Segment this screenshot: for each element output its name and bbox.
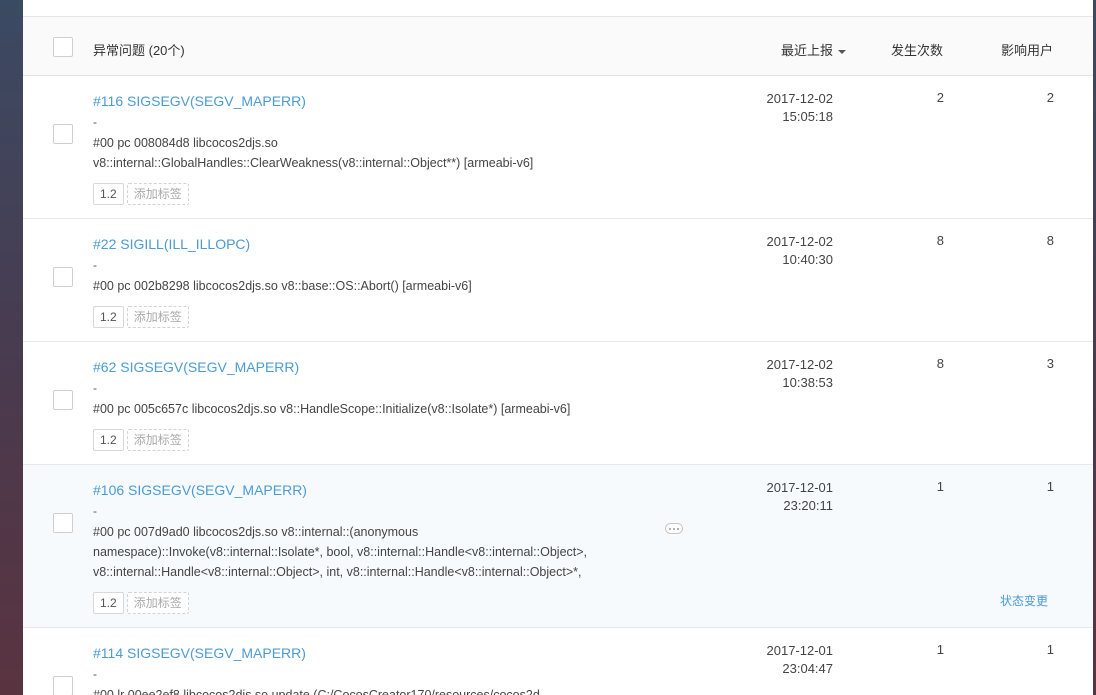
affected-users: 1 (1046, 642, 1054, 657)
version-tag[interactable]: 1.2 (93, 592, 124, 614)
stack-line: #00 lr 00ee2ef8 libcocos2djs.so update (… (93, 688, 540, 695)
issue-title-link[interactable]: #106 SIGSEGV(SEGV_MAPERR) (93, 482, 307, 498)
table-header: 异常问题 (20个) 最近上报 发生次数 影响用户 (23, 17, 1093, 76)
stack-line: #00 pc 002b8298 libcocos2djs.so v8::base… (93, 279, 472, 293)
version-tag[interactable]: 1.2 (93, 429, 124, 451)
tag-group: 1.2 添加标签 (93, 592, 192, 614)
occurrence-count: 8 (936, 356, 944, 371)
add-tag-button[interactable]: 添加标签 (126, 183, 189, 205)
tag-group: 1.2 添加标签 (93, 183, 192, 205)
occurrence-count: 2 (936, 90, 944, 105)
report-date: 2017-12-02 (766, 357, 834, 372)
report-time: 10:38:53 (782, 375, 833, 390)
affected-users: 1 (1046, 479, 1054, 494)
last-report-time: 2017-12-02 10:38:53 (751, 356, 834, 392)
tag-group: 1.2 添加标签 (93, 429, 192, 451)
issue-dash: - (93, 115, 97, 129)
stack-line: #00 pc 008084d8 libcocos2djs.so (93, 136, 278, 150)
status-change-link[interactable]: 状态变更 (1000, 592, 1048, 609)
select-all-checkbox[interactable] (53, 37, 73, 57)
last-report-time: 2017-12-02 15:05:18 (751, 90, 834, 126)
issue-dash: - (93, 258, 97, 272)
report-time: 10:40:30 (782, 252, 833, 267)
stack-trace: #00 pc 008084d8 libcocos2djs.so v8::inte… (93, 133, 533, 173)
affected-users: 3 (1046, 356, 1054, 371)
issues-count-title: 异常问题 (20个) (93, 43, 185, 58)
issue-row: #62 SIGSEGV(SEGV_MAPERR) - #00 pc 005c65… (23, 342, 1093, 465)
stack-trace: #00 pc 007d9ad0 libcocos2djs.so v8::inte… (93, 522, 587, 582)
sort-latest-report-button[interactable]: 最近上报 (781, 40, 847, 59)
issue-row: #22 SIGILL(ILL_ILLOPC) - #00 pc 002b8298… (23, 219, 1093, 342)
stack-line: #00 pc 005c657c libcocos2djs.so v8::Hand… (93, 402, 571, 416)
report-date: 2017-12-02 (766, 91, 834, 106)
issues-panel: 异常问题 (20个) 最近上报 发生次数 影响用户 #116 SIGSEGV(S… (23, 0, 1093, 695)
stack-line: namespace)::Invoke(v8::internal::Isolate… (93, 545, 588, 559)
more-options-icon[interactable] (665, 523, 683, 534)
last-report-time: 2017-12-01 23:20:11 (751, 479, 834, 515)
last-report-time: 2017-12-02 10:40:30 (751, 233, 834, 269)
add-tag-button[interactable]: 添加标签 (126, 592, 189, 614)
affected-users: 8 (1046, 233, 1054, 248)
occurrence-count: 1 (936, 642, 944, 657)
issue-dash: - (93, 504, 97, 518)
issue-dash: - (93, 381, 97, 395)
stack-line: v8::internal::GlobalHandles::ClearWeakne… (93, 156, 534, 170)
report-date: 2017-12-01 (766, 643, 834, 658)
users-column-header[interactable]: 影响用户 (1001, 40, 1053, 59)
issue-row: #116 SIGSEGV(SEGV_MAPERR) - #00 pc 00808… (23, 76, 1093, 219)
tag-group: 1.2 添加标签 (93, 306, 192, 328)
issue-row: #114 SIGSEGV(SEGV_MAPERR) - #00 lr 00ee2… (23, 628, 1093, 695)
issue-row: #106 SIGSEGV(SEGV_MAPERR) - #00 pc 007d9… (23, 465, 1093, 628)
stack-trace: #00 pc 005c657c libcocos2djs.so v8::Hand… (93, 399, 570, 419)
row-checkbox[interactable] (53, 676, 73, 695)
report-date: 2017-12-02 (766, 234, 834, 249)
report-time: 15:05:18 (782, 109, 833, 124)
row-checkbox[interactable] (53, 267, 73, 287)
version-tag[interactable]: 1.2 (93, 183, 124, 205)
issue-title-link[interactable]: #22 SIGILL(ILL_ILLOPC) (93, 236, 250, 252)
stack-trace: #00 lr 00ee2ef8 libcocos2djs.so update (… (93, 685, 540, 695)
issue-title-link[interactable]: #62 SIGSEGV(SEGV_MAPERR) (93, 359, 299, 375)
stack-line: v8::internal::Handle<v8::internal::Objec… (93, 565, 582, 579)
sort-label: 最近上报 (781, 43, 834, 58)
row-checkbox[interactable] (53, 124, 73, 144)
report-time: 23:20:11 (783, 498, 833, 513)
occurrence-count: 1 (936, 479, 944, 494)
add-tag-button[interactable]: 添加标签 (126, 306, 189, 328)
issue-dash: - (93, 667, 97, 681)
issue-title-link[interactable]: #116 SIGSEGV(SEGV_MAPERR) (93, 93, 306, 109)
issue-title-link[interactable]: #114 SIGSEGV(SEGV_MAPERR) (93, 645, 306, 661)
stack-line: #00 pc 007d9ad0 libcocos2djs.so v8::inte… (93, 525, 419, 539)
occurrence-count: 8 (936, 233, 944, 248)
last-report-time: 2017-12-01 23:04:47 (751, 642, 834, 678)
count-column-header[interactable]: 发生次数 (891, 40, 943, 59)
report-time: 23:04:47 (782, 661, 833, 676)
caret-down-icon (838, 49, 847, 54)
panel-top-bar (23, 0, 1093, 17)
row-checkbox[interactable] (53, 390, 73, 410)
version-tag[interactable]: 1.2 (93, 306, 124, 328)
stack-trace: #00 pc 002b8298 libcocos2djs.so v8::base… (93, 276, 472, 296)
affected-users: 2 (1046, 90, 1054, 105)
add-tag-button[interactable]: 添加标签 (126, 429, 189, 451)
report-date: 2017-12-01 (766, 480, 834, 495)
row-checkbox[interactable] (53, 513, 73, 533)
